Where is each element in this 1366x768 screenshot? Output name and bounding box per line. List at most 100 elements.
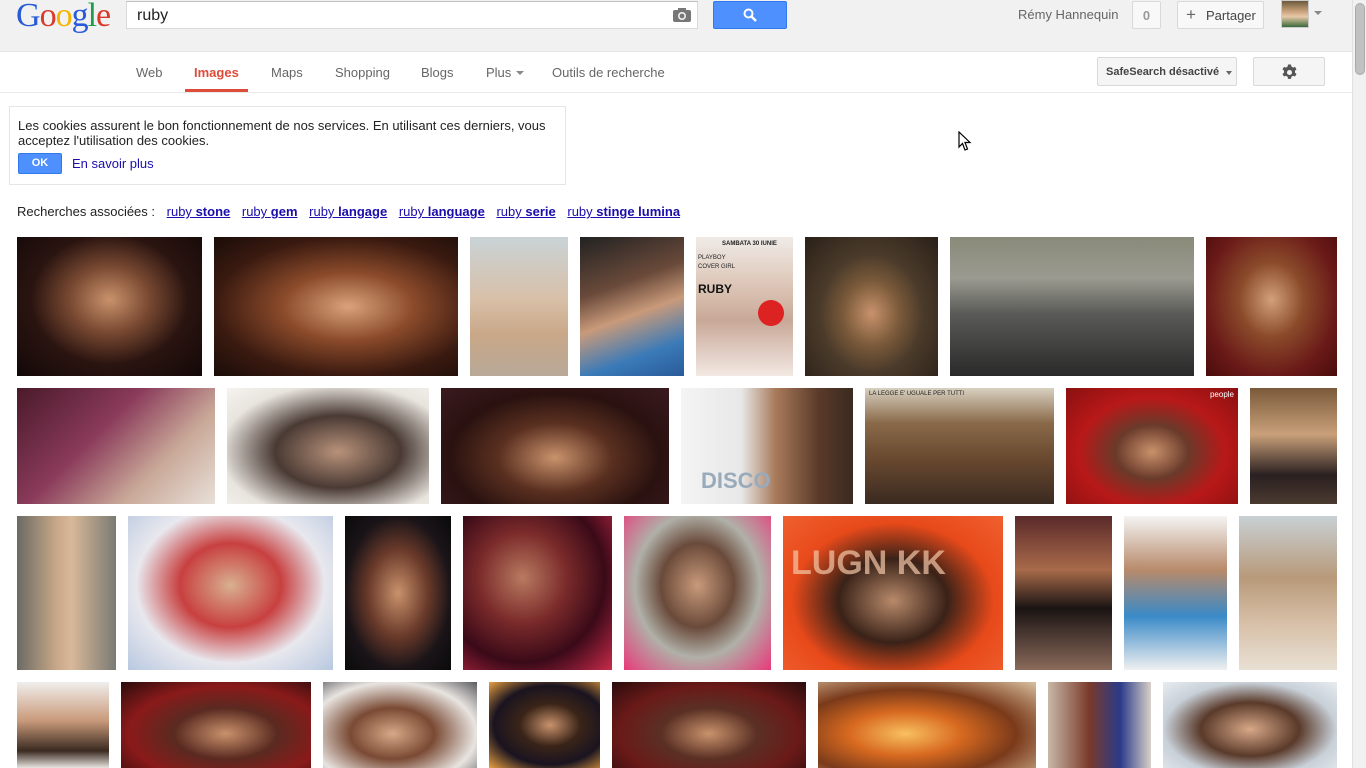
image-result-thumbnail[interactable]: [1163, 682, 1337, 768]
safesearch-label: SafeSearch désactivé: [1106, 66, 1220, 78]
top-bar: Google ruby Rémy Hannequin 0 + Partager: [0, 0, 1352, 52]
logo-letter: e: [96, 0, 111, 34]
chevron-down-icon: [1226, 71, 1232, 75]
plus-icon: +: [1186, 5, 1196, 24]
image-result-thumbnail[interactable]: people: [1066, 388, 1238, 504]
image-result-thumbnail[interactable]: [805, 237, 938, 376]
cookie-learn-more-link[interactable]: En savoir plus: [72, 156, 154, 171]
image-result-thumbnail[interactable]: [463, 516, 612, 670]
share-label: Partager: [1206, 8, 1256, 23]
image-result-thumbnail[interactable]: [121, 682, 311, 768]
related-searches-label: Recherches associées :: [17, 204, 156, 219]
image-result-thumbnail[interactable]: [612, 682, 806, 768]
user-name-link[interactable]: Rémy Hannequin: [1018, 7, 1118, 22]
chevron-down-icon[interactable]: [516, 71, 524, 75]
search-input[interactable]: ruby: [126, 1, 698, 29]
search-button[interactable]: [713, 1, 787, 29]
disco-sign-text: DISCO: [701, 468, 771, 493]
image-result-thumbnail[interactable]: DISCO: [681, 388, 853, 504]
cookie-ok-button[interactable]: OK: [18, 153, 62, 174]
poster-name-text: RUBY: [698, 282, 733, 296]
logo-letter: g: [71, 0, 89, 34]
image-result-thumbnail[interactable]: [1048, 682, 1151, 768]
tab-search-tools[interactable]: Outils de recherche: [552, 65, 665, 80]
image-result-thumbnail[interactable]: [818, 682, 1036, 768]
image-result-thumbnail[interactable]: [950, 237, 1194, 376]
poster-brand-text: PLAYBOY: [698, 255, 726, 261]
image-result-thumbnail[interactable]: [1250, 388, 1337, 504]
cookie-text: Les cookies assurent le bon fonctionneme…: [18, 118, 546, 148]
image-result-thumbnail[interactable]: [17, 388, 215, 504]
related-prefix: ruby: [166, 204, 192, 219]
google-logo[interactable]: Google: [16, 0, 111, 36]
related-link[interactable]: ruby gem: [242, 204, 298, 219]
image-result-thumbnail[interactable]: [489, 682, 600, 768]
related-prefix: ruby: [567, 204, 593, 219]
share-button[interactable]: + Partager: [1177, 1, 1264, 29]
image-result-thumbnail[interactable]: [1206, 237, 1337, 376]
related-term: langage: [338, 204, 388, 219]
image-result-thumbnail[interactable]: [17, 516, 116, 670]
tab-shopping[interactable]: Shopping: [335, 65, 390, 80]
related-link[interactable]: ruby stinge lumina: [567, 204, 680, 219]
poster-top-text: SAMBATA 30 IUNIE: [722, 241, 777, 247]
image-result-thumbnail[interactable]: [128, 516, 333, 670]
image-result-thumbnail[interactable]: LA LEGGE E' UGUALE PER TUTTI: [865, 388, 1054, 504]
related-term: language: [427, 204, 485, 219]
related-term: serie: [525, 204, 556, 219]
gear-icon: [1282, 64, 1297, 79]
mouse-cursor-icon: [958, 131, 972, 151]
image-result-thumbnail[interactable]: [1239, 516, 1337, 670]
avatar[interactable]: [1281, 0, 1309, 28]
logo-letter: G: [16, 0, 41, 34]
related-link[interactable]: ruby stone: [167, 204, 231, 219]
tab-blogs[interactable]: Blogs: [421, 65, 454, 80]
court-banner-text: LA LEGGE E' UGUALE PER TUTTI: [869, 391, 965, 397]
related-term: stone: [195, 204, 231, 219]
image-result-thumbnail[interactable]: [323, 682, 477, 768]
cookie-notice: Les cookies assurent le bon fonctionneme…: [9, 106, 566, 185]
related-link[interactable]: ruby serie: [496, 204, 555, 219]
tab-images[interactable]: Images: [194, 65, 239, 80]
poster-logo-circle: [758, 300, 784, 326]
image-result-thumbnail[interactable]: [1015, 516, 1112, 670]
search-query-text[interactable]: ruby: [137, 7, 168, 25]
related-link[interactable]: ruby language: [399, 204, 485, 219]
active-tab-indicator: [185, 89, 248, 92]
tab-more[interactable]: Plus: [486, 65, 511, 80]
image-result-thumbnail[interactable]: [470, 237, 568, 376]
image-result-thumbnail[interactable]: [17, 237, 202, 376]
notifications-button[interactable]: 0: [1132, 1, 1161, 29]
image-result-thumbnail[interactable]: LUGN KK: [783, 516, 1003, 670]
scrollbar-thumb[interactable]: [1355, 3, 1365, 75]
logo-letter: o: [39, 0, 57, 34]
image-result-thumbnail[interactable]: [624, 516, 771, 670]
related-prefix: ruby: [241, 204, 268, 219]
safesearch-dropdown[interactable]: SafeSearch désactivé: [1097, 57, 1237, 86]
related-prefix: ruby: [309, 204, 335, 219]
image-result-thumbnail[interactable]: [345, 516, 451, 670]
settings-button[interactable]: [1253, 57, 1325, 86]
related-term: gem: [270, 204, 298, 219]
vertical-scrollbar[interactable]: [1352, 0, 1366, 768]
tab-web[interactable]: Web: [136, 65, 163, 80]
chevron-down-icon[interactable]: [1314, 11, 1322, 15]
image-result-thumbnail[interactable]: SAMBATA 30 IUNIE PLAYBOY COVER GIRL RUBY: [696, 237, 793, 376]
tab-maps[interactable]: Maps: [271, 65, 303, 80]
image-result-thumbnail[interactable]: [441, 388, 669, 504]
image-result-thumbnail[interactable]: [580, 237, 684, 376]
camera-icon[interactable]: [672, 7, 692, 23]
search-nav: Web Images Maps Shopping Blogs Plus Outi…: [0, 52, 1352, 93]
image-result-thumbnail[interactable]: [214, 237, 458, 376]
related-link[interactable]: ruby langage: [309, 204, 387, 219]
logo-letter: l: [87, 0, 98, 34]
poster-sub-text: COVER GIRL: [698, 264, 736, 270]
red-banner-text: LUGN KK: [791, 544, 946, 582]
magnifier-icon: [743, 8, 757, 22]
image-result-thumbnail[interactable]: [17, 682, 109, 768]
image-result-thumbnail[interactable]: [227, 388, 429, 504]
related-searches: Recherches associées : ruby stone ruby g…: [17, 204, 680, 219]
image-result-thumbnail[interactable]: [1124, 516, 1227, 670]
related-prefix: ruby: [496, 204, 522, 219]
people-watermark-text: people: [1209, 390, 1234, 399]
